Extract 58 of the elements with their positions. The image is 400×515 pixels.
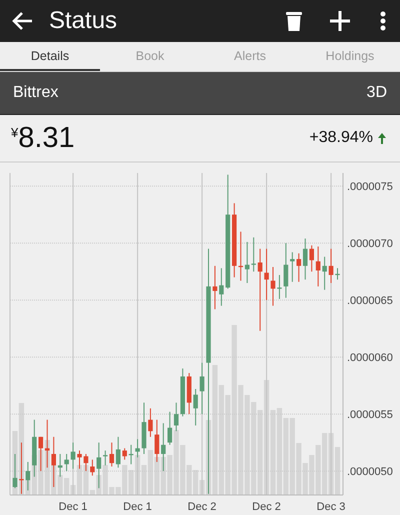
axis-label: Dec 1 bbox=[58, 501, 88, 513]
candle bbox=[270, 266, 276, 306]
axis-label: Dec 2 bbox=[252, 501, 281, 513]
candle bbox=[154, 419, 160, 462]
candle bbox=[122, 448, 127, 460]
candle bbox=[219, 268, 224, 306]
price-change: +38.94% bbox=[309, 129, 373, 147]
candle bbox=[135, 438, 140, 458]
axis-label: .0000070 bbox=[347, 238, 393, 250]
tab[interactable]: Holdings bbox=[300, 42, 400, 71]
candle bbox=[200, 362, 204, 415]
candle bbox=[90, 459, 95, 476]
candle bbox=[264, 248, 269, 301]
candle bbox=[64, 453, 69, 472]
candle bbox=[251, 236, 256, 272]
candle bbox=[316, 246, 320, 287]
candle bbox=[96, 442, 102, 489]
currency-symbol: ¥ bbox=[11, 125, 18, 140]
axis-label: Dec 1 bbox=[123, 501, 152, 513]
axis-label: .0000055 bbox=[347, 409, 393, 422]
back-icon[interactable] bbox=[12, 11, 34, 31]
axis-label: .0000075 bbox=[347, 181, 393, 194]
more-icon[interactable] bbox=[380, 11, 386, 31]
candle bbox=[26, 461, 30, 491]
candle bbox=[19, 442, 24, 494]
range-label[interactable]: 3D bbox=[366, 84, 387, 102]
tab[interactable]: Book bbox=[100, 42, 200, 71]
candle bbox=[335, 268, 340, 280]
candle bbox=[32, 419, 37, 478]
trash-icon[interactable] bbox=[286, 11, 302, 31]
price-value: 8.31 bbox=[18, 122, 76, 154]
candle bbox=[290, 252, 295, 282]
axis-label: .0000060 bbox=[347, 352, 393, 364]
candle bbox=[148, 408, 153, 438]
candle bbox=[142, 402, 146, 454]
candle bbox=[212, 265, 218, 310]
axis-label: .0000065 bbox=[347, 295, 393, 308]
candle bbox=[322, 256, 327, 290]
plus-icon[interactable] bbox=[330, 11, 350, 31]
candle bbox=[58, 453, 62, 478]
candle bbox=[277, 274, 282, 300]
candle bbox=[77, 450, 82, 470]
candle bbox=[70, 442, 76, 470]
candle bbox=[328, 248, 334, 284]
candle bbox=[284, 242, 288, 298]
axis-label: Dec 3 bbox=[316, 501, 346, 513]
exchange-name: Bittrex bbox=[13, 84, 58, 102]
candle bbox=[161, 422, 166, 472]
candle bbox=[12, 453, 18, 489]
screen-title: Status bbox=[49, 7, 118, 35]
tab[interactable]: Alerts bbox=[200, 42, 300, 71]
candle bbox=[128, 444, 134, 465]
up-arrow-icon bbox=[378, 132, 386, 144]
axis-label: .0000050 bbox=[347, 466, 393, 478]
candle bbox=[84, 453, 88, 472]
candle bbox=[193, 388, 198, 426]
axis-label: Dec 2 bbox=[188, 501, 216, 513]
candle bbox=[186, 372, 192, 415]
